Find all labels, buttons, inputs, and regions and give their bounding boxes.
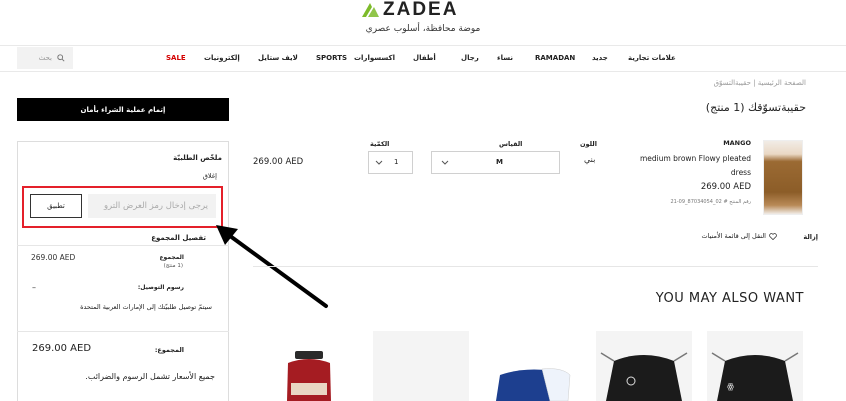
- total-value: 269.00 AED: [32, 343, 92, 354]
- nav-new[interactable]: جديد: [592, 54, 608, 62]
- order-summary-title: ملخّص الطلبيّة: [173, 154, 222, 162]
- tax-note: جميع الأسعار تشمل الرسوم والضرائب.: [85, 372, 215, 381]
- size-value: M: [496, 158, 503, 166]
- secure-checkout-button[interactable]: إتمام عملية الشراء بأمان: [17, 98, 229, 121]
- search-icon[interactable]: [57, 54, 65, 62]
- total-label: المجموع:: [154, 346, 184, 354]
- recommended-product-image[interactable]: [373, 331, 469, 401]
- subtotal-count: (1 منتج): [163, 263, 183, 269]
- nav-sports[interactable]: SPORTS: [316, 54, 347, 62]
- close-promo-link[interactable]: إغلاق: [203, 172, 217, 180]
- product-price: 269.00 AED: [700, 182, 751, 192]
- quantity-label: الكمّية: [370, 140, 390, 148]
- search-box[interactable]: بحث: [17, 47, 73, 69]
- zadea-logo[interactable]: ZADEA: [360, 0, 476, 20]
- total-details-label: تفصيل المجموع: [151, 234, 206, 242]
- move-to-wishlist-label: النقل إلى قائمة الأمنيات: [701, 232, 766, 240]
- nav-women[interactable]: نساء: [497, 54, 513, 62]
- annotation-arrow-icon: [216, 225, 328, 308]
- recommended-product-image[interactable]: ꙮ: [707, 331, 803, 401]
- order-summary-panel: [17, 141, 229, 401]
- product-code: رقم المنتج # 02_87034054_09-21: [670, 199, 751, 205]
- chevron-down-icon: [441, 160, 449, 165]
- breadcrumb[interactable]: الصفحة الرئيسية | حقيبةالتسوّق: [714, 79, 806, 87]
- shipping-label: رسوم التوصيل:: [137, 284, 184, 291]
- nav-sale[interactable]: SALE: [166, 54, 186, 62]
- shipping-value: –: [32, 283, 36, 292]
- tagline: موضة محافظة، أسلوب عصري: [365, 24, 481, 34]
- nav-brands[interactable]: علامات تجارية: [628, 54, 676, 62]
- nav-lifestyle[interactable]: لايف ستايل: [258, 54, 298, 62]
- page-title: حقيبةتسوّقك (1 منتج): [705, 101, 806, 114]
- product-brand[interactable]: MANGO: [723, 139, 751, 147]
- divider: [253, 266, 818, 267]
- recommendations-title: YOU MAY ALSO WANT: [655, 291, 804, 306]
- search-input[interactable]: بحث: [39, 54, 52, 62]
- svg-text:ꙮ: ꙮ: [727, 382, 734, 391]
- nav-accessories[interactable]: اكسسوارات: [354, 54, 395, 62]
- divider: [17, 331, 229, 332]
- divider: [17, 245, 229, 246]
- chevron-down-icon: [375, 160, 383, 165]
- recommended-product-image[interactable]: [596, 331, 692, 401]
- zadea-logo-icon: [362, 3, 379, 17]
- product-image[interactable]: [763, 140, 803, 215]
- quantity-value: 1: [394, 158, 399, 166]
- line-total-price: 269.00 AED: [253, 157, 304, 167]
- nav-ramadan[interactable]: RAMADAN: [535, 54, 575, 62]
- size-select[interactable]: M: [431, 151, 560, 174]
- quantity-select[interactable]: 1: [368, 151, 413, 174]
- nav-electronics[interactable]: إلكترونيات: [204, 54, 240, 62]
- shipping-note: سيتمّ توصيل طلبيّتك إلى الإمارات العربية…: [80, 303, 212, 311]
- apply-promo-button[interactable]: تطبيق: [30, 194, 82, 218]
- logo-text: ZADEA: [383, 0, 459, 20]
- subtotal-label: المجموع: [159, 254, 184, 261]
- move-to-wishlist-link[interactable]: النقل إلى قائمة الأمنيات: [701, 232, 777, 240]
- remove-item-link[interactable]: إزالة: [803, 233, 818, 241]
- recommended-product-image[interactable]: [484, 331, 580, 401]
- color-value: بني: [584, 155, 596, 164]
- nav-men[interactable]: رجال: [461, 54, 479, 62]
- nav-kids[interactable]: أطفال: [413, 54, 436, 62]
- heart-icon: [769, 232, 777, 240]
- product-name[interactable]: medium brown Flowy pleated dress: [621, 152, 751, 180]
- color-label: اللون: [580, 140, 597, 148]
- promo-code-input[interactable]: يرجى إدخال رمز العرض الترو: [88, 194, 216, 218]
- recommended-product-image[interactable]: [261, 331, 357, 401]
- subtotal-value: 269.00 AED: [31, 253, 76, 262]
- size-label: القياس: [499, 140, 523, 148]
